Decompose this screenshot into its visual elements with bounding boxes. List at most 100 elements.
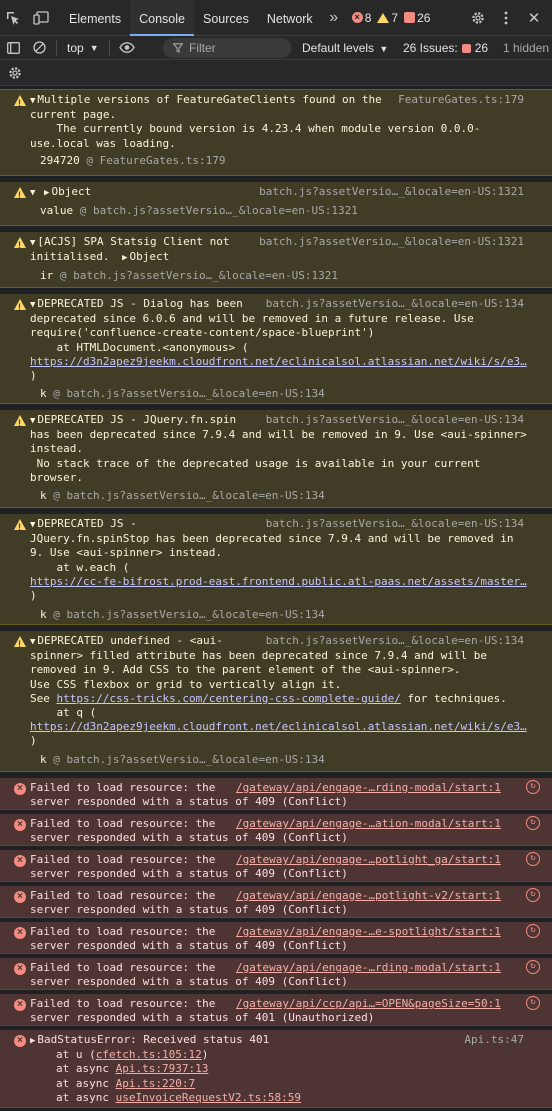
error-icon: ×: [14, 783, 26, 795]
sidebar-toggle-icon[interactable]: [0, 36, 26, 60]
console-error-message[interactable]: × Failed to load resource: the /gateway/…: [0, 922, 552, 954]
close-icon[interactable]: ✕: [520, 0, 548, 36]
network-request-icon[interactable]: ↻: [526, 960, 540, 974]
trace-link[interactable]: Api.ts:7937:13: [116, 1062, 209, 1075]
console-warning-message[interactable]: ▼ ▶Object batch.js?assetVersio…_&locale=…: [0, 182, 552, 226]
message-text: The currently bound version is 4.23.4 wh…: [30, 122, 481, 136]
console-warning-message[interactable]: ▼DEPRECATED JS - Dialog has been batch.j…: [0, 294, 552, 404]
expand-triangle-icon[interactable]: ▼: [30, 518, 35, 532]
resource-link[interactable]: /gateway/api/engage-…rding-modal/start:1: [236, 781, 501, 795]
console-error-message[interactable]: × Failed to load resource: the /gateway/…: [0, 886, 552, 918]
issues-icon: [404, 12, 416, 23]
resource-link[interactable]: /gateway/api/engage-…potlight_ga/start:1: [236, 853, 501, 867]
tab-elements[interactable]: Elements: [60, 0, 130, 36]
message-text: require('confluence-create-content/space…: [30, 326, 375, 340]
console-error-message[interactable]: × Failed to load resource: the /gateway/…: [0, 850, 552, 882]
inspect-element-icon[interactable]: [0, 0, 26, 36]
stack-trace-line: at u (cfetch.ts:105:12): [56, 1048, 546, 1062]
stack-url-link[interactable]: https://cc-fe-bifrost.prod-east.frontend…: [30, 575, 527, 588]
message-text: server responded with a status of 409 (C…: [30, 867, 348, 881]
expand-triangle-icon[interactable]: ▶: [30, 1034, 35, 1048]
source-link[interactable]: batch.js?assetVersio…_&locale=en-US:1321: [259, 235, 524, 249]
trace-link[interactable]: cfetch.ts:105:12: [96, 1048, 202, 1061]
console-error-message[interactable]: × Failed to load resource: the /gateway/…: [0, 958, 552, 990]
help-url-link[interactable]: https://css-tricks.com/centering-css-com…: [57, 692, 401, 705]
console-warning-message[interactable]: ▼DEPRECATED undefined - <aui- batch.js?a…: [0, 631, 552, 772]
trace-link[interactable]: batch.js?assetVersio…_&locale=en-US:1321: [73, 269, 338, 282]
resource-link[interactable]: /gateway/api/engage-…ation-modal/start:1: [236, 817, 501, 831]
expand-triangle-icon[interactable]: ▼: [30, 186, 35, 200]
trace-link[interactable]: Api.ts:220:7: [116, 1077, 195, 1090]
more-options-icon[interactable]: [492, 0, 520, 36]
live-expression-eye-icon[interactable]: [114, 36, 140, 60]
object-expand-icon[interactable]: ▶: [44, 186, 49, 200]
resource-link[interactable]: /gateway/api/ccp/api…=OPEN&pageSize=50:1: [236, 997, 501, 1011]
context-selector[interactable]: top ▼: [61, 41, 105, 55]
warning-icon: [14, 636, 26, 651]
network-request-icon[interactable]: ↻: [526, 780, 540, 794]
network-request-icon[interactable]: ↻: [526, 852, 540, 866]
issues-label: 26 Issues:: [403, 41, 458, 55]
console-warning-message[interactable]: ▼DEPRECATED JS - JQuery.fn.spin batch.js…: [0, 410, 552, 508]
stack-url-link[interactable]: https://d3n2apez9jeekm.cloudfront.net/ec…: [30, 720, 527, 733]
expand-triangle-icon[interactable]: ▼: [30, 635, 35, 649]
object-expand-icon[interactable]: ▶: [122, 251, 127, 265]
console-error-message[interactable]: × Failed to load resource: the /gateway/…: [0, 814, 552, 846]
filter-input[interactable]: Filter: [163, 38, 291, 58]
console-warning-message[interactable]: ▼DEPRECATED JS - batch.js?assetVersio…_&…: [0, 514, 552, 625]
warning-icon: [14, 415, 26, 430]
console-warning-message[interactable]: ▼Multiple versions of FeatureGateClients…: [0, 89, 552, 176]
expand-triangle-icon[interactable]: ▼: [30, 414, 35, 428]
object-preview[interactable]: Object: [51, 185, 91, 198]
message-text: Multiple versions of FeatureGateClients …: [37, 93, 382, 106]
message-text: DEPRECATED undefined - <aui-: [37, 634, 223, 647]
source-link[interactable]: batch.js?assetVersio…_&locale=en-US:134: [266, 413, 524, 427]
trace-text: at u (: [56, 1048, 96, 1062]
message-text: ): [30, 589, 37, 603]
source-link[interactable]: batch.js?assetVersio…_&locale=en-US:1321: [259, 185, 524, 199]
resource-link[interactable]: /gateway/api/engage-…rding-modal/start:1: [236, 961, 501, 975]
log-levels-dropdown[interactable]: Default levels ▼: [302, 36, 388, 60]
issue-counters[interactable]: × 8 7 26: [351, 11, 430, 25]
trace-link[interactable]: batch.js?assetVersio…_&locale=en-US:1321: [93, 204, 358, 217]
network-request-icon[interactable]: ↻: [526, 996, 540, 1010]
device-toolbar-icon[interactable]: [28, 0, 54, 36]
trace-function: value: [40, 204, 74, 218]
console-error-message[interactable]: × Failed to load resource: the /gateway/…: [0, 994, 552, 1026]
trace-link[interactable]: batch.js?assetVersio…_&locale=en-US:134: [67, 387, 325, 400]
resource-link[interactable]: /gateway/api/engage-…potlight-v2/start:1: [236, 889, 501, 903]
console-warning-message[interactable]: ▼[ACJS] SPA Statsig Client not batch.js?…: [0, 232, 552, 288]
trace-link[interactable]: FeatureGates.ts:179: [100, 154, 226, 167]
trace-link[interactable]: batch.js?assetVersio…_&locale=en-US:134: [67, 608, 325, 621]
console-settings-gear-icon[interactable]: [2, 61, 28, 85]
console-error-message[interactable]: × ▶ BadStatusError: Received status 401 A…: [0, 1030, 552, 1108]
network-request-icon[interactable]: ↻: [526, 924, 540, 938]
trace-link[interactable]: useInvoiceRequestV2.ts:58:59: [116, 1091, 301, 1104]
tab-network[interactable]: Network: [258, 0, 322, 36]
message-text: No stack trace of the deprecated usage i…: [30, 456, 481, 470]
trace-link[interactable]: batch.js?assetVersio…_&locale=en-US:134: [67, 753, 325, 766]
stack-url-link[interactable]: https://d3n2apez9jeekm.cloudfront.net/ec…: [30, 355, 527, 368]
source-link[interactable]: FeatureGates.ts:179: [398, 93, 524, 107]
issues-toolbar-count: 26: [474, 41, 489, 55]
network-request-icon[interactable]: ↻: [526, 888, 540, 902]
expand-triangle-icon[interactable]: ▼: [30, 298, 35, 312]
network-request-icon[interactable]: ↻: [526, 816, 540, 830]
stack-trace-line: k @ batch.js?assetVersio…_&locale=en-US:…: [40, 387, 325, 401]
source-link[interactable]: batch.js?assetVersio…_&locale=en-US:134: [266, 634, 524, 648]
object-preview[interactable]: Object: [130, 250, 170, 263]
source-link[interactable]: batch.js?assetVersio…_&locale=en-US:134: [266, 297, 524, 311]
expand-triangle-icon[interactable]: ▼: [30, 94, 35, 108]
settings-gear-icon[interactable]: [464, 0, 492, 36]
clear-console-icon[interactable]: [26, 36, 52, 60]
resource-link[interactable]: /gateway/api/engage-…e-spotlight/start:1: [236, 925, 501, 939]
more-tabs-chevron-icon[interactable]: »: [322, 0, 346, 36]
source-link[interactable]: Api.ts:47: [464, 1033, 524, 1047]
console-error-message[interactable]: × Failed to load resource: the /gateway/…: [0, 778, 552, 810]
tab-console[interactable]: Console: [130, 0, 194, 36]
tab-sources[interactable]: Sources: [194, 0, 258, 36]
expand-triangle-icon[interactable]: ▼: [30, 236, 35, 250]
source-link[interactable]: batch.js?assetVersio…_&locale=en-US:134: [266, 517, 524, 531]
trace-link[interactable]: batch.js?assetVersio…_&locale=en-US:134: [67, 489, 325, 502]
issues-button[interactable]: 26 Issues: 26: [403, 36, 488, 60]
